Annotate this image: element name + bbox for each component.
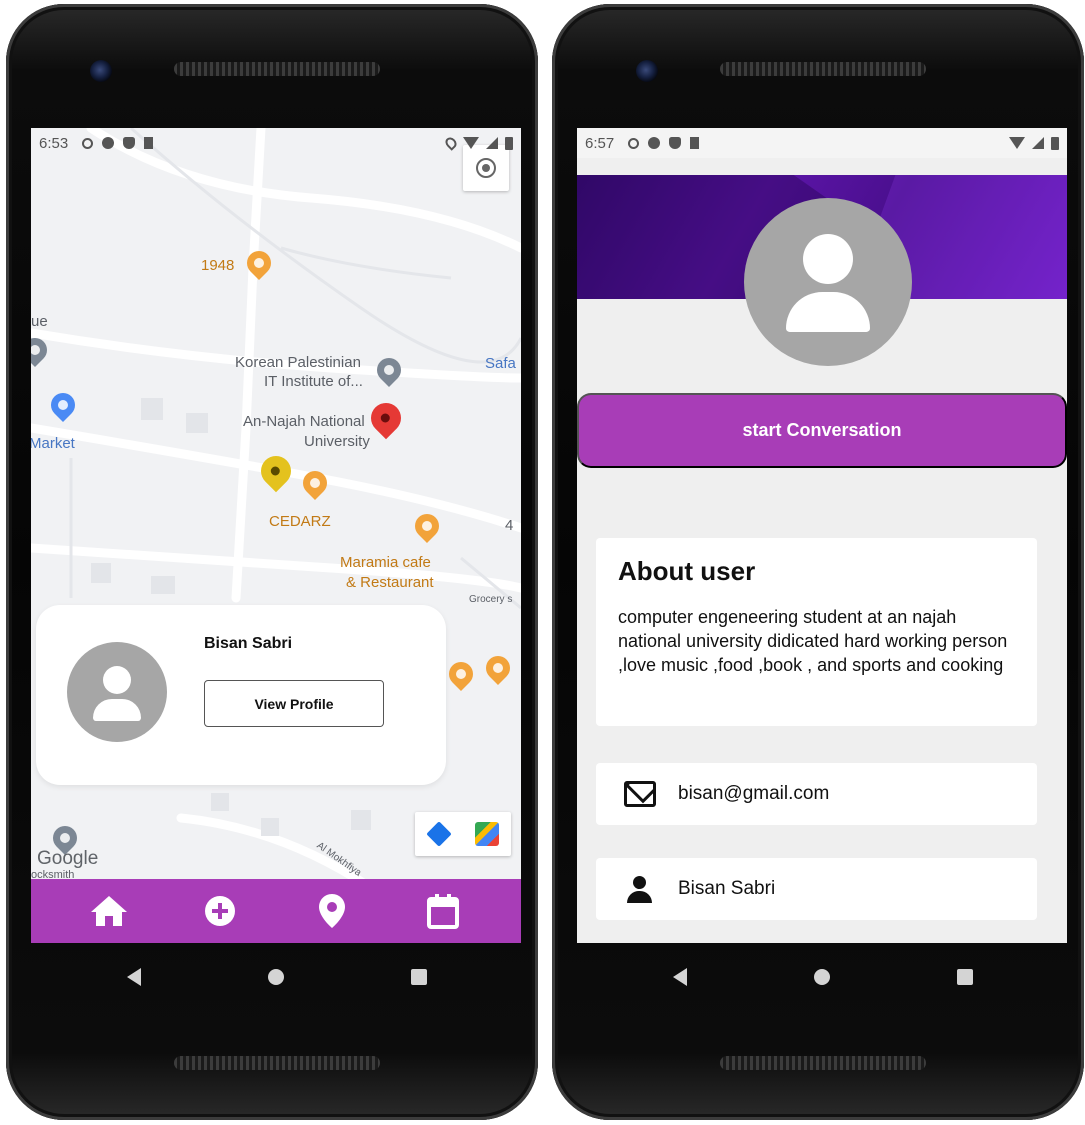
back-icon[interactable]: [127, 968, 141, 986]
calendar-icon: [427, 894, 460, 929]
user-name: Bisan Sabri: [204, 635, 293, 652]
map-label-road-number: 4: [505, 517, 514, 534]
back-icon[interactable]: [673, 968, 687, 986]
recents-icon[interactable]: [957, 969, 973, 985]
nav-calendar[interactable]: [419, 887, 467, 935]
nav-location[interactable]: [308, 887, 356, 935]
google-maps-icon: [475, 822, 499, 846]
location-status-icon: [443, 135, 459, 151]
user-profile-card[interactable]: Bisan Sabri View Profile: [36, 605, 446, 785]
name-value: Bisan Sabri: [678, 878, 776, 899]
name-row: Bisan Sabri: [596, 858, 1037, 920]
earpiece-speaker: [720, 62, 926, 76]
person-icon: [624, 876, 656, 903]
mail-icon: [624, 781, 656, 807]
add-circle-icon: [205, 896, 236, 926]
map-label-maramia-2: & Restaurant: [346, 574, 434, 591]
about-user-card: About user computer engeneering student …: [596, 538, 1037, 726]
location-pin-icon: [318, 894, 345, 928]
wifi-icon: [1009, 137, 1025, 149]
bottom-speaker: [720, 1056, 926, 1070]
signal-icon: [1032, 137, 1044, 149]
map-label-maramia-1: Maramia cafe: [340, 554, 431, 571]
status-bar: 6:57: [577, 128, 1067, 158]
battery-icon: [1051, 136, 1059, 150]
system-navigation-bar: [31, 954, 521, 1004]
profile-page: 6:57 start Conversation About user compu…: [577, 128, 1067, 943]
nav-add[interactable]: [196, 887, 244, 935]
map-label-najah-2: University: [304, 433, 370, 450]
system-navigation-bar: [577, 954, 1067, 1004]
crosshair-icon: [476, 158, 496, 178]
recents-icon[interactable]: [411, 969, 427, 985]
battery-icon: [505, 136, 513, 150]
earpiece-speaker: [174, 62, 380, 76]
email-value: bisan@gmail.com: [678, 783, 830, 804]
avatar: [67, 642, 167, 742]
map-label-1948: 1948: [201, 257, 235, 274]
map-label-cedarz: CEDARZ: [269, 513, 331, 530]
front-camera: [90, 60, 112, 82]
profile-avatar: [744, 198, 912, 366]
app-notification-icon: [648, 137, 661, 149]
home-circle-icon[interactable]: [268, 969, 284, 985]
about-text: computer engeneering student at an najah…: [618, 607, 1008, 675]
wifi-icon: [463, 137, 479, 149]
start-conversation-button[interactable]: start Conversation: [577, 393, 1067, 468]
phone-frame-right: 6:57 start Conversation About user compu…: [552, 4, 1084, 1120]
map-label-safa: Safa: [485, 355, 516, 372]
open-in-maps-button[interactable]: [463, 812, 511, 856]
home-circle-icon[interactable]: [814, 969, 830, 985]
shield-notification-icon: [669, 137, 682, 149]
nav-home[interactable]: [85, 887, 133, 935]
status-bar: 6:53: [31, 128, 521, 158]
settings-notification-icon: [82, 137, 94, 149]
status-time: 6:57: [585, 134, 615, 152]
view-profile-button[interactable]: View Profile: [204, 680, 384, 727]
directions-button[interactable]: [415, 812, 463, 856]
phone-frame-left: 1948 ue Korean Palestinian IT Institute …: [6, 4, 538, 1120]
map-label-korean-1: Korean Palestinian: [235, 354, 361, 371]
home-icon: [90, 896, 127, 926]
email-row: bisan@gmail.com: [596, 763, 1037, 825]
bottom-speaker: [174, 1056, 380, 1070]
bottom-navigation: [31, 879, 521, 943]
map-label-market: Market: [31, 435, 75, 452]
map-label-ue: ue: [31, 313, 48, 330]
directions-icon: [426, 821, 452, 847]
map-label-najah-1: An-Najah National: [243, 413, 365, 430]
signal-icon: [486, 137, 498, 149]
front-camera: [636, 60, 658, 82]
map-view[interactable]: 1948 ue Korean Palestinian IT Institute …: [31, 128, 521, 943]
profile-screen: 6:57 start Conversation About user compu…: [577, 128, 1067, 943]
about-title: About user: [618, 556, 756, 586]
map-label-grocery: Grocery s: [469, 594, 513, 605]
app-notification-icon: [102, 137, 115, 149]
map-screen: 1948 ue Korean Palestinian IT Institute …: [31, 128, 521, 943]
sd-card-icon: [144, 137, 154, 149]
status-time: 6:53: [39, 134, 69, 152]
shield-notification-icon: [123, 137, 136, 149]
sd-card-icon: [690, 137, 700, 149]
map-toolbar: [415, 812, 511, 856]
settings-notification-icon: [628, 137, 640, 149]
map-label-korean-2: IT Institute of...: [264, 373, 363, 390]
